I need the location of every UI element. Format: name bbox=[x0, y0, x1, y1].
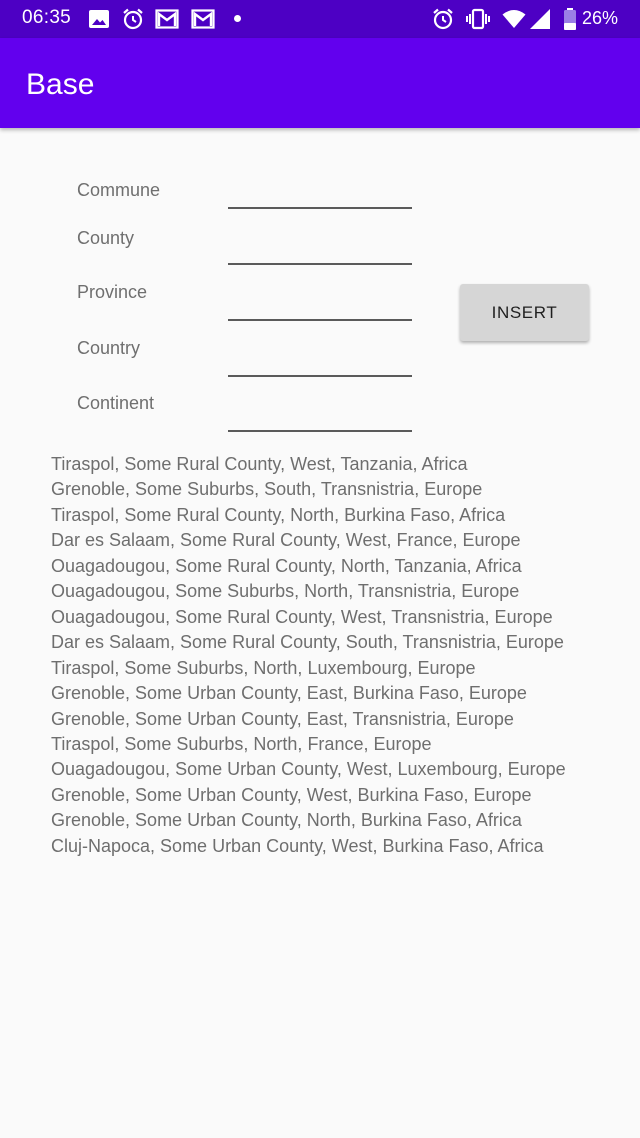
country-label: Country bbox=[77, 338, 141, 358]
continent-input[interactable] bbox=[228, 402, 412, 432]
list-item: Tiraspol, Some Rural County, North, Burk… bbox=[51, 504, 506, 525]
province-label: Province bbox=[77, 282, 148, 302]
list-item: Grenoble, Some Urban County, East, Trans… bbox=[51, 708, 514, 729]
alarm-icon bbox=[433, 8, 453, 30]
list-item: Grenoble, Some Urban County, East, Burki… bbox=[51, 683, 527, 704]
province-input[interactable] bbox=[228, 291, 412, 321]
list-item: Dar es Salaam, Some Rural County, South,… bbox=[51, 632, 564, 653]
app-title: Base bbox=[26, 68, 95, 101]
country-input[interactable] bbox=[228, 347, 412, 377]
commune-label: Commune bbox=[77, 180, 161, 200]
battery-icon bbox=[564, 8, 576, 30]
list-item: Dar es Salaam, Some Rural County, West, … bbox=[51, 530, 521, 551]
records-list: Tiraspol, Some Rural County, West, Tanza… bbox=[51, 452, 611, 859]
battery-percent: 26% bbox=[582, 8, 619, 28]
image-icon bbox=[89, 10, 109, 28]
gmail-icon bbox=[191, 9, 215, 29]
list-item: Ouagadougou, Some Suburbs, North, Transn… bbox=[51, 581, 520, 602]
continent-label: Continent bbox=[77, 393, 155, 413]
status-bar: 06:35 26% bbox=[0, 0, 640, 38]
list-item: Grenoble, Some Urban County, North, Burk… bbox=[51, 810, 522, 831]
wifi-icon bbox=[502, 10, 526, 28]
list-item: Ouagadougou, Some Rural County, North, T… bbox=[51, 555, 522, 576]
alarm-icon bbox=[123, 8, 143, 30]
commune-input[interactable] bbox=[228, 179, 412, 209]
vibrate-icon bbox=[466, 8, 490, 30]
list-item: Cluj-Napoca, Some Urban County, West, Bu… bbox=[51, 835, 544, 856]
status-time: 06:35 bbox=[22, 7, 72, 28]
list-item: Ouagadougou, Some Rural County, West, Tr… bbox=[51, 606, 553, 627]
county-input[interactable] bbox=[228, 235, 412, 265]
list-item: Ouagadougou, Some Urban County, West, Lu… bbox=[51, 759, 566, 780]
list-item: Grenoble, Some Suburbs, South, Transnist… bbox=[51, 479, 483, 500]
list-item: Grenoble, Some Urban County, West, Burki… bbox=[51, 784, 532, 805]
insert-button[interactable]: INSERT bbox=[460, 284, 589, 341]
list-item: Tiraspol, Some Rural County, West, Tanza… bbox=[51, 454, 468, 474]
signal-icon bbox=[530, 9, 550, 29]
county-label: County bbox=[77, 228, 135, 248]
app-bar: Base bbox=[0, 38, 640, 128]
notification-dot-icon bbox=[234, 15, 241, 22]
gmail-icon bbox=[155, 9, 179, 29]
list-item: Tiraspol, Some Suburbs, North, Luxembour… bbox=[51, 657, 476, 678]
list-item: Tiraspol, Some Suburbs, North, France, E… bbox=[51, 733, 432, 754]
